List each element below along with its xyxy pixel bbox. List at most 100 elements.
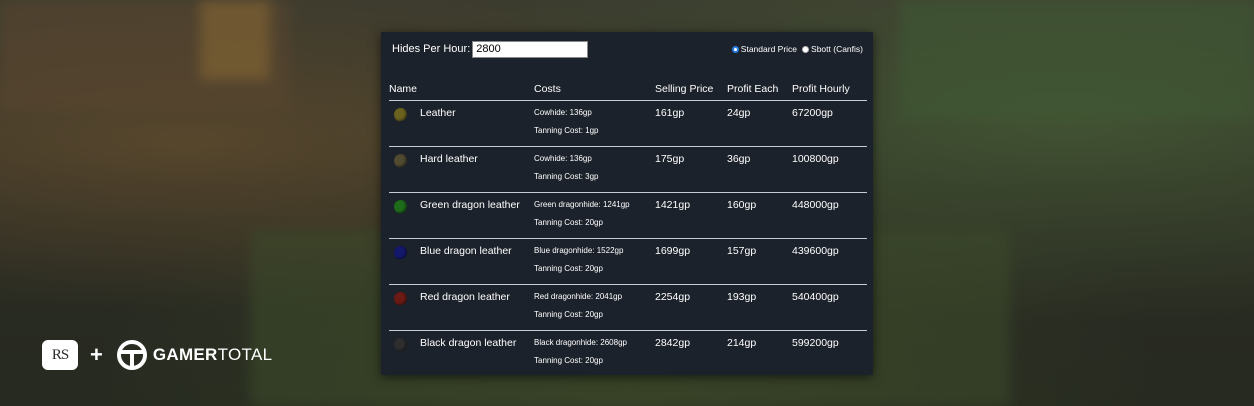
controls-row: Hides Per Hour: Standard Price Sbott (Ca…	[392, 38, 863, 60]
cell-name: Leather	[389, 100, 534, 147]
item-name: Leather	[420, 107, 456, 119]
sbott-label: Sbott (Canfis)	[811, 44, 863, 54]
table-row: Red dragon leather Red dragonhide: 2041g…	[389, 284, 867, 331]
profit-each: 193gp	[727, 291, 757, 303]
standard-price-option[interactable]: Standard Price	[731, 44, 798, 54]
item-name: Black dragon leather	[420, 337, 517, 349]
cell-name: Black dragon leather	[389, 331, 534, 377]
cell-selling-price: 175gp	[655, 146, 727, 193]
header-name: Name	[389, 78, 534, 101]
tanning-cost: Tanning Cost: 20gp	[534, 356, 603, 365]
standard-price-label: Standard Price	[740, 44, 798, 54]
cell-profit-hourly: 448000gp	[792, 192, 867, 239]
price-source-radios: Standard Price Sbott (Canfis)	[727, 44, 863, 54]
item-name: Green dragon leather	[420, 199, 520, 211]
black-dragon-leather-icon	[392, 336, 409, 353]
tanning-cost: Tanning Cost: 20gp	[534, 310, 603, 319]
cell-profit-each: 214gp	[727, 331, 792, 377]
profit-hourly: 439600gp	[792, 245, 839, 257]
cell-profit-each: 160gp	[727, 192, 792, 239]
plus-sign: +	[90, 342, 103, 367]
profit-table: Name Costs Selling Price Profit Each Pro…	[389, 78, 867, 376]
background-trees	[900, 0, 1254, 120]
gamertotal-wordmark: GAMERTOTAL	[152, 345, 273, 364]
cell-profit-each: 193gp	[727, 284, 792, 331]
table-row: Black dragon leather Black dragonhide: 2…	[389, 331, 867, 377]
cell-name: Hard leather	[389, 146, 534, 193]
cell-costs: Red dragonhide: 2041gp Tanning Cost: 20g…	[534, 284, 655, 331]
hide-cost: Black dragonhide: 2608gp	[534, 338, 627, 347]
cell-profit-hourly: 599200gp	[792, 331, 867, 377]
item-name: Blue dragon leather	[420, 245, 512, 257]
profit-each: 157gp	[727, 245, 757, 257]
cell-selling-price: 1421gp	[655, 192, 727, 239]
hard-leather-icon	[392, 152, 409, 169]
sbott-option[interactable]: Sbott (Canfis)	[802, 44, 863, 54]
cell-selling-price: 1699gp	[655, 238, 727, 285]
cell-costs: Cowhide: 136gp Tanning Cost: 3gp	[534, 146, 655, 193]
tanning-cost: Tanning Cost: 20gp	[534, 264, 603, 273]
runescape-logo: RS	[42, 340, 78, 370]
cell-costs: Black dragonhide: 2608gp Tanning Cost: 2…	[534, 331, 655, 377]
profit-hourly: 100800gp	[792, 153, 839, 165]
table-header-row: Name Costs Selling Price Profit Each Pro…	[389, 78, 867, 101]
tanning-calculator-panel: Hides Per Hour: Standard Price Sbott (Ca…	[381, 32, 873, 375]
red-dragon-leather-icon	[392, 290, 409, 307]
cell-selling-price: 2842gp	[655, 331, 727, 377]
hide-cost: Cowhide: 136gp	[534, 154, 592, 163]
blue-dragon-leather-icon	[392, 244, 409, 261]
hide-cost: Cowhide: 136gp	[534, 108, 592, 117]
cell-profit-hourly: 439600gp	[792, 238, 867, 285]
cell-profit-each: 24gp	[727, 100, 792, 147]
header-profit-hourly: Profit Hourly	[792, 78, 867, 101]
green-dragon-leather-icon	[392, 198, 409, 215]
sbott-radio[interactable]	[802, 45, 810, 53]
profit-hourly: 448000gp	[792, 199, 839, 211]
profit-hourly: 67200gp	[792, 107, 833, 119]
profit-each: 24gp	[727, 107, 751, 119]
cell-name: Red dragon leather	[389, 284, 534, 331]
profit-hourly: 599200gp	[792, 337, 839, 349]
table-row: Green dragon leather Green dragonhide: 1…	[389, 192, 867, 239]
cell-profit-hourly: 67200gp	[792, 100, 867, 147]
tanning-cost: Tanning Cost: 1gp	[534, 126, 599, 135]
cell-costs: Cowhide: 136gp Tanning Cost: 1gp	[534, 100, 655, 147]
cell-profit-each: 157gp	[727, 238, 792, 285]
cell-profit-hourly: 540400gp	[792, 284, 867, 331]
profit-hourly: 540400gp	[792, 291, 839, 303]
cell-costs: Green dragonhide: 1241gp Tanning Cost: 2…	[534, 192, 655, 239]
header-costs: Costs	[534, 78, 655, 101]
tanning-cost: Tanning Cost: 20gp	[534, 218, 603, 227]
cell-profit-hourly: 100800gp	[792, 146, 867, 193]
background-roof	[200, 0, 270, 80]
selling-price: 175gp	[655, 153, 685, 165]
profit-each: 160gp	[727, 199, 757, 211]
header-selling-price: Selling Price	[655, 78, 727, 101]
hide-cost: Red dragonhide: 2041gp	[534, 292, 623, 301]
selling-price: 1699gp	[655, 245, 691, 257]
selling-price: 161gp	[655, 107, 685, 119]
standard-price-radio[interactable]	[731, 45, 739, 53]
cell-name: Green dragon leather	[389, 192, 534, 239]
table-row: Blue dragon leather Blue dragonhide: 152…	[389, 238, 867, 285]
hides-per-hour-input[interactable]	[472, 40, 589, 58]
selling-price: 2842gp	[655, 337, 691, 349]
selling-price: 1421gp	[655, 199, 691, 211]
item-name: Hard leather	[420, 153, 478, 165]
cell-name: Blue dragon leather	[389, 238, 534, 285]
cell-selling-price: 2254gp	[655, 284, 727, 331]
hides-per-hour-label: Hides Per Hour:	[392, 43, 471, 55]
table-row: Leather Cowhide: 136gp Tanning Cost: 1gp…	[389, 100, 867, 147]
hide-cost: Green dragonhide: 1241gp	[534, 200, 630, 209]
hide-cost: Blue dragonhide: 1522gp	[534, 246, 624, 255]
profit-each: 36gp	[727, 153, 751, 165]
cell-selling-price: 161gp	[655, 100, 727, 147]
header-profit-each: Profit Each	[727, 78, 792, 101]
branding: RS + GAMERTOTAL	[42, 338, 272, 372]
cell-profit-each: 36gp	[727, 146, 792, 193]
leather-icon	[392, 106, 409, 123]
selling-price: 2254gp	[655, 291, 691, 303]
profit-each: 214gp	[727, 337, 757, 349]
cell-costs: Blue dragonhide: 1522gp Tanning Cost: 20…	[534, 238, 655, 285]
item-name: Red dragon leather	[420, 291, 510, 303]
